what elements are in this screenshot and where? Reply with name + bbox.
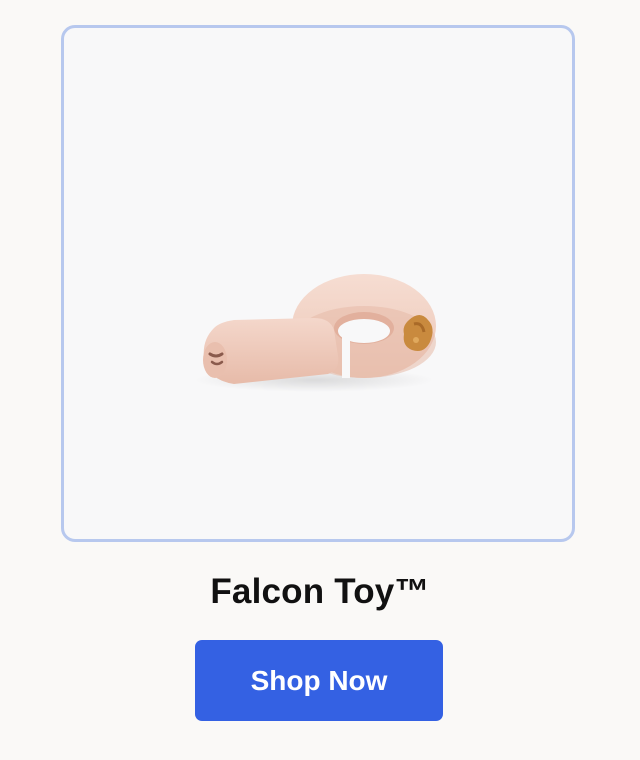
product-image-card[interactable] [61, 25, 575, 542]
product-title: Falcon Toy™ [210, 572, 430, 611]
toy-handle [203, 318, 339, 384]
product-image [194, 274, 436, 392]
shop-now-button[interactable]: Shop Now [195, 640, 443, 721]
